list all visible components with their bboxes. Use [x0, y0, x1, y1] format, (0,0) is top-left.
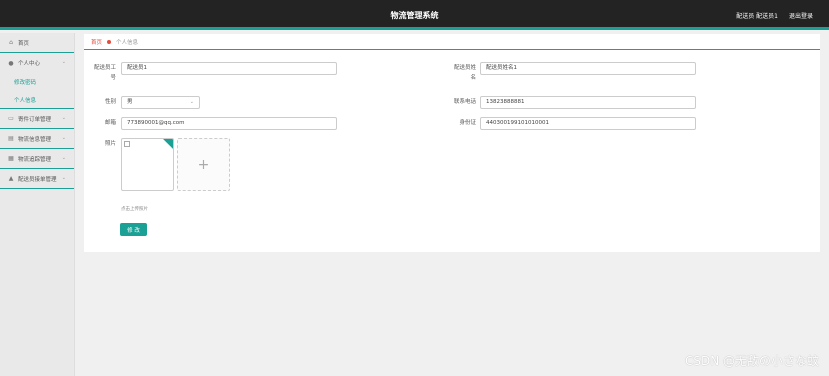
home-icon: ⌂: [9, 39, 13, 46]
breadcrumb-separator-dot: [107, 39, 112, 44]
sidebar-item-label: 个人中心: [18, 61, 41, 67]
sidebar-subitem-change-password[interactable]: 修改密码: [0, 73, 74, 91]
employee-no-label: 配送员工 号: [93, 65, 116, 81]
top-header: 物流管理系统 配送员 配送员1 退出登录: [0, 0, 829, 30]
sidebar-item-label: 首页: [18, 40, 30, 47]
employee-no-field[interactable]: 配送员1: [121, 62, 337, 75]
chevron-down-icon: ⌄: [61, 175, 66, 181]
sidebar-item-home[interactable]: ⌂ 首页: [0, 33, 74, 53]
gender-select[interactable]: 男 ⌄: [121, 96, 200, 109]
sidebar-item-orders[interactable]: ▭ 寄件订单管理 ⌄: [0, 109, 74, 129]
sidebar-subitem-personal-info[interactable]: 个人信息: [0, 91, 74, 109]
email-label: 邮箱: [104, 120, 116, 126]
breadcrumb-home[interactable]: 首页: [91, 38, 102, 46]
track-icon: ▦: [8, 155, 14, 162]
upload-hint: 点击上传照片: [121, 207, 148, 212]
id-card-label: 身份证: [459, 120, 476, 126]
broken-image-icon: [124, 141, 130, 147]
sidebar-item-label: 物流信息管理: [18, 136, 52, 143]
watermark: CSDN @无敌の小さな蚊: [684, 354, 819, 368]
name-label: 配送员姓 名: [453, 65, 476, 81]
upload-photo-button[interactable]: +: [177, 138, 230, 191]
logout-link[interactable]: 退出登录: [789, 11, 813, 20]
sidebar: ⌂ 首页 ● 个人中心 ⌄ 修改密码 个人信息 ▭ 寄件订单管理 ⌄ ▤ 物流信…: [0, 33, 75, 376]
id-card-field[interactable]: 440300199101010001: [480, 117, 696, 130]
phone-label: 联系电话: [453, 99, 476, 105]
sidebar-item-label: 寄件订单管理: [18, 116, 52, 123]
app-title: 物流管理系统: [390, 11, 439, 20]
courier-icon: ▲: [8, 175, 14, 182]
photo-preview[interactable]: [121, 138, 174, 191]
submit-button[interactable]: 修 改: [120, 223, 147, 236]
chevron-down-icon: ⌄: [61, 59, 66, 65]
sidebar-item-courier-orders[interactable]: ▲ 配送员接单管理 ⌄: [0, 169, 74, 189]
breadcrumb: 首页 个人信息: [84, 34, 820, 50]
photo-label: 照片: [104, 141, 116, 147]
plus-icon: +: [197, 156, 210, 173]
sidebar-item-personal-center[interactable]: ● 个人中心 ⌄: [0, 53, 74, 73]
chevron-down-icon: ⌄: [61, 115, 66, 121]
chevron-down-icon: ⌄: [61, 155, 66, 161]
sidebar-item-label: 配送员接单管理: [18, 176, 57, 183]
breadcrumb-current: 个人信息: [116, 39, 139, 46]
gender-label: 性别: [104, 99, 116, 105]
main-panel: 首页 个人信息 配送员工 号 配送员1 配送员姓 名 配送员姓名1 性别 男 ⌄…: [84, 34, 820, 252]
current-user: 配送员 配送员1: [736, 13, 778, 20]
list-icon: ▤: [8, 135, 14, 142]
phone-field[interactable]: 13823888881: [480, 96, 696, 109]
chevron-down-icon: ⌄: [189, 99, 194, 105]
sidebar-item-label: 物流追踪管理: [18, 156, 52, 163]
name-field[interactable]: 配送员姓名1: [480, 62, 696, 75]
sidebar-item-logistics-info[interactable]: ▤ 物流信息管理 ⌄: [0, 129, 74, 149]
user-icon: ●: [8, 59, 14, 67]
upload-success-corner-icon: [163, 139, 173, 149]
order-icon: ▭: [8, 115, 14, 122]
chevron-down-icon: ⌄: [61, 135, 66, 141]
sidebar-item-tracking[interactable]: ▦ 物流追踪管理 ⌄: [0, 149, 74, 169]
email-field[interactable]: 773890001@qq.com: [121, 117, 337, 130]
